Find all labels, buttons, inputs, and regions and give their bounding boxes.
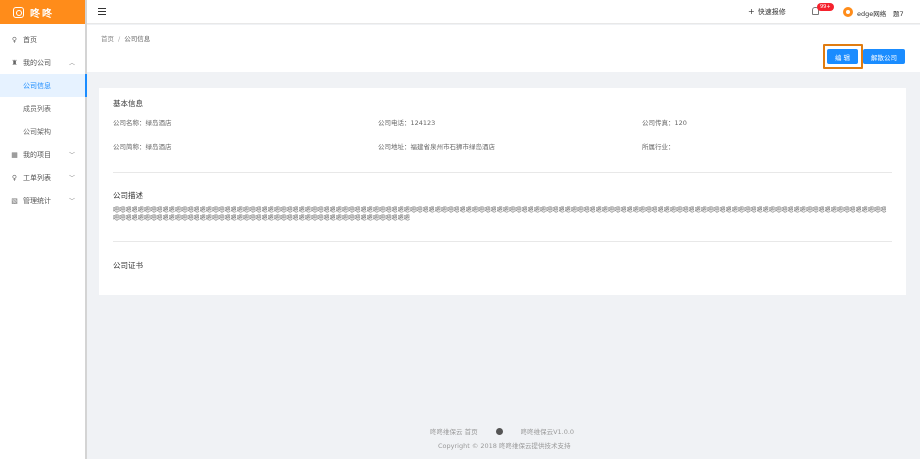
logo-text: 咚咚 [30, 8, 54, 20]
company-short-name-field: 公司简称：绿岛酒店 [113, 143, 172, 151]
sidebar-item-label: 首页 [23, 35, 37, 44]
footer-copyright: Copyright © 2018 咚咚维保云提供技术支持 [438, 442, 571, 450]
chevron-down-icon: ﹀ [68, 175, 75, 182]
basic-info-title: 基本信息 [113, 99, 143, 108]
page-head: 首页 / 公司信息 编 辑 解散公司 [87, 25, 920, 72]
sidebar-menu: ♀ 首页 ♜ 我的公司 ︿ 公司信息 成员列表 公司架构 ▦ 我的项目 ﹀ ♀ … [0, 24, 87, 212]
sidebar-item-label: 我的项目 [23, 150, 51, 159]
username-extra[interactable]: 题7 [893, 8, 904, 18]
sidebar: 咚咚 ♀ 首页 ♜ 我的公司 ︿ 公司信息 成员列表 公司架构 ▦ 我的项目 ﹀… [0, 0, 87, 459]
footer-home-link[interactable]: 咚咚维保云 首页 [430, 428, 478, 436]
github-icon[interactable] [495, 428, 503, 435]
username[interactable]: edge网络 [857, 8, 886, 18]
sidebar-item-label: 工单列表 [23, 173, 51, 182]
company-address-field: 公司地址：福建省泉州市石狮市绿岛酒店 [378, 143, 495, 151]
logo-icon [13, 6, 24, 18]
breadcrumb-home[interactable]: 首页 [101, 35, 114, 43]
sidebar-item-label: 公司信息 [23, 81, 51, 90]
description-title: 公司描述 [113, 191, 143, 200]
sidebar-item-company-info[interactable]: 公司信息 [0, 74, 87, 97]
footer-links: 咚咚维保云 首页 咚咚维保云V1.0.0 [430, 426, 574, 436]
company-name-field: 公司名称：绿岛酒店 [113, 119, 172, 127]
sidebar-item-label: 公司架构 [23, 127, 51, 136]
notification-badge: 99+ [817, 3, 834, 11]
breadcrumb: 首页 / 公司信息 [101, 33, 150, 43]
quick-report-button[interactable]: + 快速报修 [748, 7, 786, 17]
chevron-up-icon: ︿ [68, 60, 75, 67]
footer-version: 咚咚维保云V1.0.0 [520, 428, 575, 436]
divider [113, 241, 892, 242]
chevron-down-icon: ﹀ [68, 198, 75, 205]
sidebar-item-structure[interactable]: 公司架构 [0, 120, 85, 143]
sidebar-item-tickets[interactable]: ♀ 工单列表 ﹀ [0, 166, 85, 189]
sidebar-item-my-projects[interactable]: ▦ 我的项目 ﹀ [0, 143, 85, 166]
company-fax-field: 公司传真：120 [642, 119, 687, 127]
company-industry-field: 所属行业： [642, 143, 675, 151]
description-text: 嗯嗯嗯嗯嗯嗯嗯嗯嗯嗯嗯嗯嗯嗯嗯嗯嗯嗯嗯嗯嗯嗯嗯嗯嗯嗯嗯嗯嗯嗯嗯嗯嗯嗯嗯嗯嗯嗯嗯嗯… [113, 207, 887, 222]
company-icon: ♜ [11, 58, 18, 67]
breadcrumb-current: 公司信息 [124, 35, 151, 43]
top-header: + 快速报修 99+ edge网络 题7 [87, 0, 920, 24]
plus-icon: + [748, 7, 755, 16]
menu-toggle-icon[interactable] [98, 8, 106, 15]
company-info-card: 基本信息 公司名称：绿岛酒店 公司电话：124123 公司传真：120 公司简称… [99, 88, 906, 295]
sidebar-item-my-company[interactable]: ♜ 我的公司 ︿ [0, 51, 85, 74]
company-phone-field: 公司电话：124123 [378, 119, 436, 127]
sidebar-item-label: 成员列表 [23, 104, 51, 113]
ticket-icon: ♀ [11, 173, 18, 182]
project-icon: ▦ [11, 150, 18, 159]
avatar[interactable] [843, 7, 853, 17]
sidebar-item-label: 管理统计 [23, 196, 51, 205]
sidebar-item-members[interactable]: 成员列表 [0, 97, 85, 120]
sidebar-item-stats[interactable]: ▧ 管理统计 ﹀ [0, 189, 85, 212]
sidebar-item-label: 我的公司 [23, 58, 51, 67]
dissolve-company-button[interactable]: 解散公司 [863, 49, 905, 64]
stats-icon: ▧ [11, 196, 18, 205]
certificate-title: 公司证书 [113, 261, 143, 270]
divider [113, 172, 892, 173]
edit-button[interactable]: 编 辑 [827, 49, 858, 64]
sidebar-item-home[interactable]: ♀ 首页 [0, 28, 85, 51]
user-icon: ♀ [11, 35, 18, 44]
chevron-down-icon: ﹀ [68, 152, 75, 159]
quick-report-label: 快速报修 [757, 8, 786, 16]
breadcrumb-separator: / [118, 35, 121, 43]
logo[interactable]: 咚咚 [0, 0, 85, 24]
